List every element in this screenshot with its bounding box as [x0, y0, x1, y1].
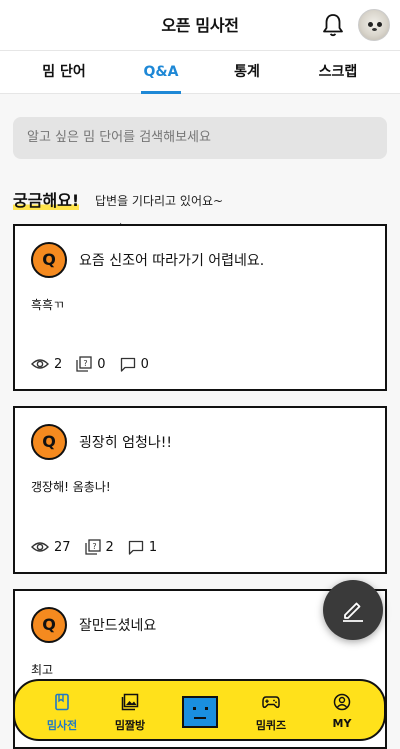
- comments-count: 0: [140, 356, 149, 372]
- nav-my[interactable]: MY: [307, 681, 377, 739]
- question-title: 잘만드셨네요: [79, 618, 157, 634]
- bottom-nav: 밈사전 밈짤방 밈퀴즈 MY: [13, 679, 386, 741]
- svg-text:?: ?: [92, 542, 96, 551]
- face-mouth: [194, 715, 206, 719]
- comments-stat: 1: [128, 540, 157, 555]
- question-body: 최고: [31, 663, 54, 677]
- eye-icon: [31, 359, 49, 369]
- question-title: 굉장히 엄청나!!: [79, 435, 172, 451]
- nav-meme-pics[interactable]: 밈짤방: [95, 681, 165, 739]
- answers-count: 0: [97, 356, 106, 372]
- answers-stat: ? 0: [76, 356, 106, 372]
- user-icon: [333, 693, 351, 711]
- views-stat: 27: [31, 540, 71, 555]
- nav-meme-quiz[interactable]: 밈퀴즈: [236, 681, 306, 739]
- nav-label: MY: [332, 717, 352, 730]
- tab-bar: 밈 단어 Q&A 통계 스크랩: [0, 50, 400, 94]
- comment-icon: [128, 540, 143, 555]
- bell-icon[interactable]: [322, 13, 344, 37]
- views-count: 2: [54, 356, 63, 372]
- question-card[interactable]: Q 요즘 신조어 따라가기 어렵네요. 흑흑ㄲ 2 ? 0 0: [13, 224, 387, 391]
- question-badge: Q: [31, 242, 67, 278]
- question-title: 요즘 신조어 따라가기 어렵네요.: [79, 253, 265, 269]
- comments-count: 1: [148, 539, 158, 555]
- question-box-icon: ?: [84, 539, 101, 555]
- tab-qna[interactable]: Q&A: [121, 51, 201, 94]
- eye-icon: [31, 542, 49, 552]
- question-body: 흑흑ㄲ: [31, 298, 65, 312]
- book-icon: [55, 693, 69, 711]
- nav-label: 밈퀴즈: [255, 719, 287, 732]
- question-badge: Q: [31, 424, 67, 460]
- question-badge: Q: [31, 607, 67, 643]
- question-stats: 2 ? 0 0: [31, 355, 163, 373]
- nav-label: 밈사전: [46, 719, 78, 732]
- gallery-icon: [121, 693, 139, 711]
- tab-scrap[interactable]: 스크랩: [298, 51, 378, 94]
- nav-meme-dictionary[interactable]: 밈사전: [27, 681, 97, 739]
- section-title-text: 궁금해요!: [13, 191, 80, 210]
- section-title: 궁금해요!: [13, 187, 80, 211]
- search-input[interactable]: [13, 117, 387, 159]
- answers-count: 2: [105, 539, 114, 555]
- avatar-eye: [377, 22, 382, 27]
- question-card[interactable]: Q 굉장히 엄청나!! 갱장해! 옴총나! 27 ? 2 1: [13, 406, 387, 574]
- pencil-icon: [343, 602, 363, 622]
- character-home-icon[interactable]: [182, 696, 218, 728]
- avatar-nose: [372, 28, 377, 31]
- question-box-icon: ?: [76, 356, 92, 372]
- tab-stats[interactable]: 통계: [207, 51, 287, 94]
- face-eye: [205, 707, 208, 710]
- section-subtitle: 답변을 기다리고 있어요~: [95, 194, 224, 208]
- nav-label: 밈짤방: [114, 719, 146, 732]
- avatar[interactable]: [358, 9, 390, 41]
- tab-meme-words[interactable]: 밈 단어: [24, 51, 104, 94]
- write-question-button[interactable]: [323, 580, 383, 640]
- face-eye: [193, 707, 196, 710]
- svg-text:?: ?: [84, 359, 88, 368]
- avatar-eye: [368, 22, 373, 27]
- comment-icon: [120, 357, 135, 372]
- question-stats: 27 ? 2 1: [31, 538, 171, 556]
- views-count: 27: [54, 539, 71, 555]
- comments-stat: 0: [120, 357, 149, 372]
- app-header: 오픈 밈사전: [0, 0, 400, 50]
- gamepad-icon: [262, 696, 280, 708]
- views-stat: 2: [31, 357, 62, 372]
- question-body: 갱장해! 옴총나!: [31, 480, 111, 494]
- answers-stat: ? 2: [84, 539, 114, 555]
